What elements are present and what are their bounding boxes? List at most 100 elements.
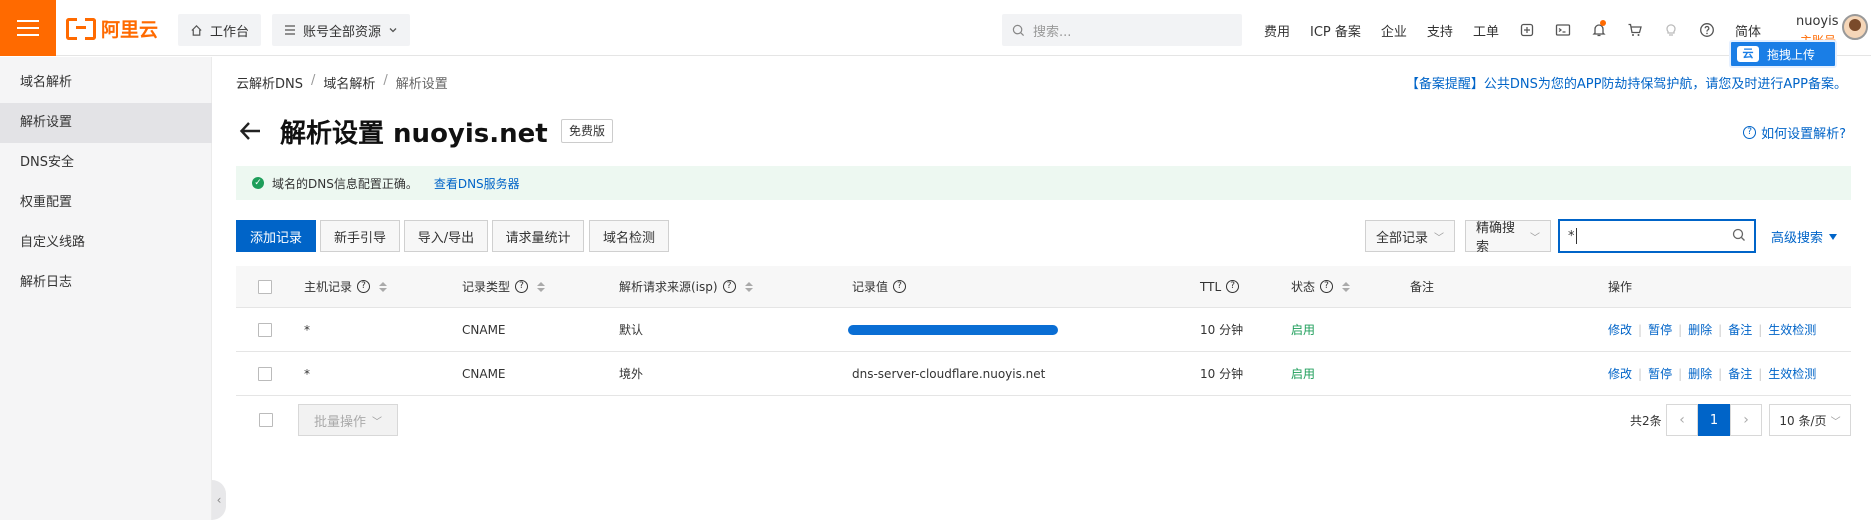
edit-link[interactable]: 修改 [1608,321,1632,338]
domain-check-button[interactable]: 域名检测 [589,220,669,252]
column-isp-label: 解析请求来源(isp) [619,280,718,294]
sidebar-item-resolve-logs[interactable]: 解析日志 [0,263,212,303]
pause-link[interactable]: 暂停 [1648,321,1672,338]
request-stats-button[interactable]: 请求量统计 [492,220,584,252]
lightbulb-icon[interactable] [1653,14,1689,46]
remark-link[interactable]: 备注 [1728,321,1752,338]
column-isp[interactable]: 解析请求来源(isp) ? [619,266,753,307]
search-mode-select[interactable]: 精确搜索 ﹀ [1465,220,1551,255]
action-separator: | [1638,322,1643,337]
question-icon[interactable]: ? [893,280,907,293]
bulk-actions-dropdown[interactable]: 批量操作 ﹀ [298,404,398,436]
import-export-button[interactable]: 导入/导出 [404,220,488,252]
effect-check-link[interactable]: 生效检测 [1768,321,1816,338]
bulk-actions-label: 批量操作 [313,414,366,430]
sidebar-item-weight-config[interactable]: 权重配置 [0,183,212,223]
top-link-icp[interactable]: ICP 备案 [1300,21,1371,40]
question-icon[interactable]: ? [1226,280,1240,293]
row-checkbox[interactable] [258,366,272,381]
page-size-value: 10 条/页 [1779,413,1827,428]
sidebar-collapse-button[interactable]: ‹ [212,480,226,520]
bell-icon[interactable] [1581,14,1617,46]
global-search-input[interactable]: 搜索... [1002,14,1242,46]
how-to-resolve-help-link[interactable]: ? 如何设置解析? [1743,123,1846,142]
redaction-mark [848,324,1058,335]
remark-link[interactable]: 备注 [1728,365,1752,382]
bulk-select-checkbox[interactable] [259,413,273,427]
filing-reminder-link[interactable]: 【备案提醒】公共DNS为您的APP防劫持保驾护航，请您及时进行APP备案。 [1406,73,1847,92]
user-name: nuoyis [1796,14,1839,29]
workbench-label: 工作台 [210,24,250,40]
column-type-label: 记录类型 [462,280,511,294]
effect-check-link[interactable]: 生效检测 [1768,365,1816,382]
question-icon[interactable]: ? [515,280,529,293]
breadcrumb-item-domain-resolve[interactable]: 域名解析 [323,73,375,92]
select-all-checkbox[interactable] [258,279,272,294]
edit-link[interactable]: 修改 [1608,365,1632,382]
pause-link[interactable]: 暂停 [1648,365,1672,382]
search-icon [1012,24,1025,36]
record-search-input[interactable]: * [1558,219,1756,253]
top-link-support[interactable]: 支持 [1417,21,1463,40]
view-dns-servers-link[interactable]: 查看DNS服务器 [434,175,520,192]
page-size-select[interactable]: 10 条/页 ﹀ [1769,404,1851,436]
question-icon[interactable]: ? [722,280,736,293]
column-remark: 备注 [1410,280,1435,294]
cloud-shell-icon[interactable] [1509,14,1545,46]
sidebar: 域名解析 解析设置 DNS安全 权重配置 自定义线路 解析日志 [0,57,212,520]
column-ttl: TTL ? [1200,266,1240,307]
top-link-enterprise[interactable]: 企业 [1371,21,1417,40]
column-host[interactable]: 主机记录 ? [304,266,388,307]
help-icon[interactable] [1689,14,1725,46]
record-filter-select[interactable]: 全部记录 ﹀ [1365,220,1455,252]
sidebar-title[interactable]: 域名解析 [20,71,72,90]
sidebar-item-resolve-settings[interactable]: 解析设置 [0,103,212,143]
breadcrumb-item-cloud-dns[interactable]: 云解析DNS [236,73,303,92]
sort-icon[interactable] [537,281,546,292]
delete-link[interactable]: 删除 [1688,321,1712,338]
column-type[interactable]: 记录类型 ? [462,266,546,307]
aliyun-logo[interactable]: 阿里云 [66,16,159,41]
chevron-down-icon: ﹀ [372,416,382,428]
column-status[interactable]: 状态 ? [1291,266,1351,307]
sort-icon[interactable] [379,281,388,292]
table-header: 主机记录 ? 记录类型 ? 解析请求来源(isp) ? 记录值 ? TTL ? … [236,266,1851,308]
next-page-button[interactable]: › [1730,404,1762,436]
beginner-guide-button[interactable]: 新手引导 [320,220,400,252]
sort-icon[interactable] [1342,281,1351,292]
workbench-button[interactable]: 工作台 [178,14,262,46]
resources-dropdown[interactable]: 账号全部资源 [272,14,411,46]
sidebar-item-custom-lines[interactable]: 自定义线路 [0,223,212,263]
help-link-label: 如何设置解析? [1761,127,1846,142]
chevron-down-icon: ﹀ [1830,416,1841,428]
cart-icon[interactable] [1617,14,1653,46]
row-checkbox[interactable] [258,322,272,337]
brand-name: 阿里云 [101,18,159,41]
menu-icon[interactable] [0,0,56,56]
list-icon [285,25,295,35]
column-ops: 操作 [1608,280,1633,294]
top-link-ticket[interactable]: 工单 [1463,21,1509,40]
language-switch[interactable]: 简体 [1725,21,1771,40]
drag-upload-button[interactable]: 云 拖拽上传 [1729,40,1837,68]
page-number-current[interactable]: 1 [1698,404,1730,436]
cell-isp: 境外 [619,367,644,381]
edition-badge: 免费版 [561,119,614,143]
avatar[interactable] [1842,14,1868,40]
chevron-down-icon [389,28,397,33]
cell-type: CNAME [462,322,506,337]
question-icon[interactable]: ? [1320,280,1334,293]
advanced-search-toggle[interactable]: 高级搜索 [1771,227,1838,246]
sidebar-item-dns-security[interactable]: DNS安全 [0,143,212,183]
breadcrumb: 云解析DNS / 域名解析 / 解析设置 [236,73,448,92]
back-arrow-icon[interactable] [238,118,264,144]
add-record-button[interactable]: 添加记录 [236,220,316,252]
terminal-icon[interactable] [1545,14,1581,46]
question-icon[interactable]: ? [357,280,371,293]
sort-icon[interactable] [744,281,753,292]
delete-link[interactable]: 删除 [1688,365,1712,382]
column-status-label: 状态 [1291,280,1316,294]
prev-page-button[interactable]: ‹ [1666,404,1698,436]
top-link-billing[interactable]: 费用 [1254,21,1300,40]
search-icon[interactable] [1732,228,1746,242]
